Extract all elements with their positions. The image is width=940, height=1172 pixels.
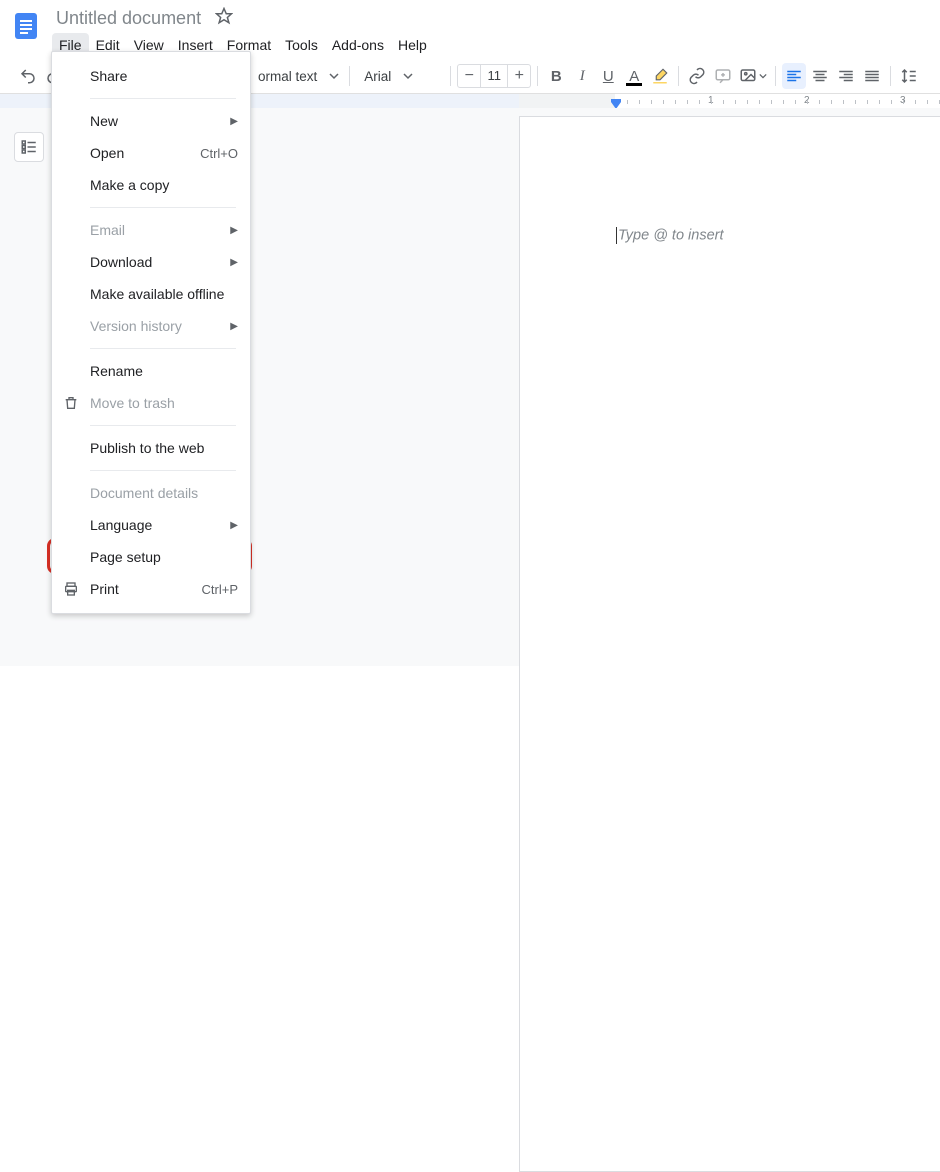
insert-image-button[interactable] (737, 63, 769, 89)
menu-item-label: Document details (90, 485, 198, 501)
line-spacing-button[interactable] (897, 63, 921, 89)
separator (537, 66, 538, 86)
menu-item-label: Move to trash (90, 395, 175, 411)
file-menu-item-make-available-offline[interactable]: Make available offline (52, 278, 250, 310)
align-left-button[interactable] (782, 63, 806, 89)
align-center-button[interactable] (808, 63, 832, 89)
indent-marker-icon[interactable] (610, 97, 620, 107)
font-size-value[interactable]: 11 (480, 65, 508, 87)
underline-button[interactable]: U (596, 63, 620, 89)
menu-item-label: Version history (90, 318, 182, 334)
menu-item-label: Rename (90, 363, 143, 379)
font-combo-label: Arial (364, 69, 391, 84)
menu-item-label: Open (90, 145, 124, 161)
paragraph-style-combo[interactable]: ormal text (250, 63, 343, 89)
file-menu-item-download[interactable]: Download ▶ (52, 246, 250, 278)
font-size-control: − 11 + (457, 64, 531, 88)
file-menu-item-move-to-trash: Move to trash (52, 387, 250, 419)
menu-item-label: Publish to the web (90, 440, 204, 456)
chevron-right-icon: ▶ (230, 225, 238, 236)
file-menu-item-document-details: Document details (52, 477, 250, 509)
align-justify-button[interactable] (860, 63, 884, 89)
file-menu-item-print[interactable]: Print Ctrl+P (52, 573, 250, 605)
file-menu-item-version-history: Version history ▶ (52, 310, 250, 342)
document-outline-button[interactable] (14, 132, 44, 162)
style-combo-label: ormal text (258, 69, 317, 84)
separator (678, 66, 679, 86)
page-placeholder: Type @ to insert (616, 227, 724, 244)
separator (890, 66, 891, 86)
separator (349, 66, 350, 86)
shortcut-text: Ctrl+O (200, 146, 238, 161)
chevron-right-icon: ▶ (230, 520, 238, 531)
menu-item-label: Print (90, 581, 119, 597)
chevron-down-icon (403, 69, 413, 84)
menu-item-label: Email (90, 222, 125, 238)
italic-button[interactable]: I (570, 63, 594, 89)
insert-link-button[interactable] (685, 63, 709, 89)
document-title[interactable]: Untitled document (56, 8, 201, 29)
file-menu-item-make-a-copy[interactable]: Make a copy (52, 169, 250, 201)
file-menu-item-open[interactable]: Open Ctrl+O (52, 137, 250, 169)
file-menu-item-rename[interactable]: Rename (52, 355, 250, 387)
file-menu-item-publish-to-the-web[interactable]: Publish to the web (52, 432, 250, 464)
undo-button[interactable] (16, 63, 40, 89)
file-menu-item-page-setup[interactable]: Page setup (52, 541, 250, 573)
menu-item-label: Page setup (90, 549, 161, 565)
menu-separator (90, 470, 236, 471)
font-size-increase-button[interactable]: + (508, 65, 530, 87)
docs-logo[interactable] (6, 6, 46, 46)
star-icon[interactable] (215, 7, 233, 30)
menu-item-label: New (90, 113, 118, 129)
menu-separator (90, 348, 236, 349)
menubar-item-tools[interactable]: Tools (278, 33, 325, 57)
trash-icon (62, 395, 80, 411)
file-menu-item-new[interactable]: New ▶ (52, 105, 250, 137)
font-combo[interactable]: Arial (356, 63, 444, 89)
highlight-color-button[interactable] (648, 63, 672, 89)
menu-item-label: Share (90, 68, 127, 84)
chevron-right-icon: ▶ (230, 116, 238, 127)
separator (450, 66, 451, 86)
menubar-item-add-ons[interactable]: Add-ons (325, 33, 391, 57)
document-page[interactable]: Type @ to insert (519, 116, 940, 1172)
header: Untitled document FileEditViewInsertForm… (0, 0, 940, 58)
shortcut-text: Ctrl+P (202, 582, 238, 597)
file-menu-item-share[interactable]: Share (52, 60, 250, 92)
menu-separator (90, 98, 236, 99)
font-size-decrease-button[interactable]: − (458, 65, 480, 87)
chevron-right-icon: ▶ (230, 257, 238, 268)
file-menu-item-email: Email ▶ (52, 214, 250, 246)
separator (775, 66, 776, 86)
print-icon (62, 581, 80, 597)
file-menu-dropdown: ShareNew▶OpenCtrl+OMake a copyEmail▶Down… (51, 51, 251, 614)
menu-item-label: Make a copy (90, 177, 169, 193)
menu-item-label: Download (90, 254, 152, 270)
chevron-down-icon (329, 69, 339, 84)
text-color-button[interactable]: A (622, 63, 646, 89)
file-menu-item-language[interactable]: Language ▶ (52, 509, 250, 541)
menu-separator (90, 425, 236, 426)
align-right-button[interactable] (834, 63, 858, 89)
menu-item-label: Language (90, 517, 152, 533)
menu-separator (90, 207, 236, 208)
menubar-item-help[interactable]: Help (391, 33, 434, 57)
bold-button[interactable]: B (544, 63, 568, 89)
menu-item-label: Make available offline (90, 286, 224, 302)
add-comment-button[interactable] (711, 63, 735, 89)
chevron-right-icon: ▶ (230, 321, 238, 332)
